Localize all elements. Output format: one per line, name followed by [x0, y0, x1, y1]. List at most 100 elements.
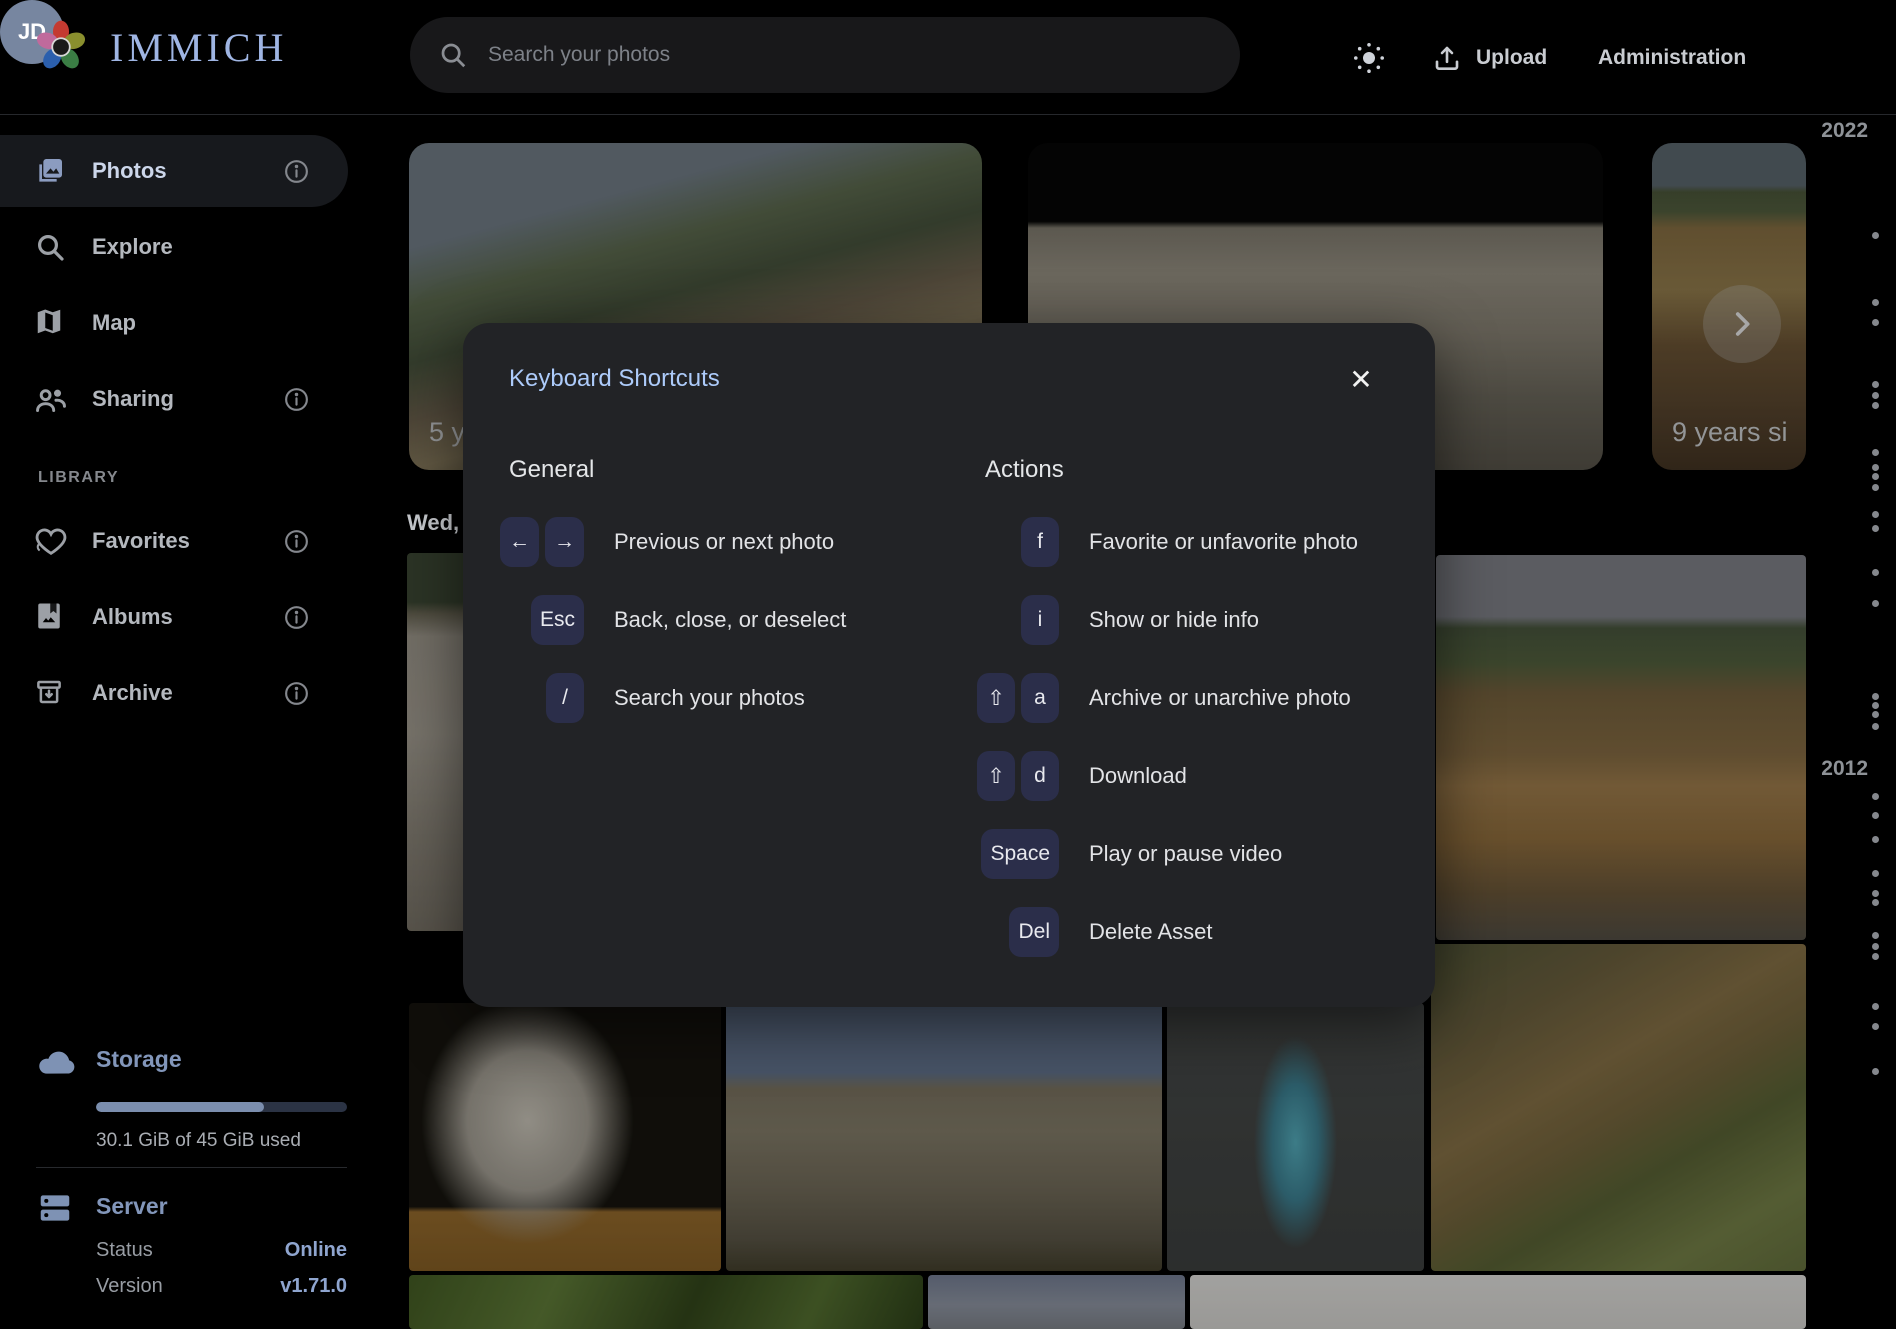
shortcut-keys: ⇧d — [971, 751, 1059, 801]
shortcut-rows: ←→ Previous or next photo Esc Back, close, … — [496, 503, 846, 737]
cloud-icon — [36, 1042, 76, 1082]
scrubber-dot — [1872, 932, 1879, 939]
shortcut-description: Play or pause video — [1089, 841, 1282, 867]
shortcut-row: ←→ Previous or next photo — [496, 503, 846, 581]
search-input[interactable] — [488, 43, 1212, 67]
shortcut-description: Show or hide info — [1089, 607, 1259, 633]
scrubber-dot — [1872, 1023, 1879, 1030]
keycap: / — [546, 673, 584, 723]
status-value: Online — [285, 1239, 347, 1262]
memory-label: 5 y — [429, 417, 465, 448]
scrubber-dot — [1872, 449, 1879, 456]
photo-fortress-ruins[interactable] — [726, 1003, 1162, 1271]
server-title: Server — [96, 1193, 168, 1220]
shortcut-row: Esc Back, close, or deselect — [496, 581, 846, 659]
sidebar-item-albums[interactable]: Albums — [0, 581, 348, 653]
shortcut-description: Archive or unarchive photo — [1089, 685, 1351, 711]
photos-icon — [34, 155, 66, 187]
info-icon[interactable] — [283, 604, 310, 631]
scrubber-year-top: 2022 — [1821, 119, 1868, 143]
timeline-date-header: Wed, — [407, 510, 459, 536]
scrubber-dot — [1872, 723, 1879, 730]
memory-next-button[interactable] — [1703, 285, 1781, 363]
close-icon[interactable]: ✕ — [1341, 359, 1381, 399]
photo-marble-bust[interactable] — [409, 1003, 721, 1271]
archive-icon — [34, 677, 66, 709]
keycap: d — [1021, 751, 1059, 801]
scrubber-dot — [1872, 484, 1879, 491]
sun-icon — [1351, 40, 1387, 76]
search-bar[interactable] — [410, 17, 1240, 93]
keycap: f — [1021, 517, 1059, 567]
keyboard-shortcuts-modal: Keyboard Shortcuts ✕ General←→Previous o… — [463, 323, 1435, 1007]
sidebar-divider — [36, 1167, 347, 1168]
photo-eroded-cliff-beach[interactable] — [1436, 555, 1806, 940]
photo-concrete-strip[interactable] — [1190, 1275, 1806, 1329]
scrubber-dot — [1872, 525, 1879, 532]
info-icon[interactable] — [283, 680, 310, 707]
sidebar-item-sharing[interactable]: Sharing — [0, 363, 348, 435]
photo-bluegray-strip[interactable] — [928, 1275, 1185, 1329]
timeline-scrubber[interactable]: 2022 2012 — [1836, 115, 1896, 1329]
keycap: ⇧ — [977, 751, 1015, 801]
keycap: Del — [1009, 907, 1059, 957]
sidebar-item-photos[interactable]: Photos — [0, 135, 348, 207]
scrubber-dot — [1872, 953, 1879, 960]
upload-button[interactable]: Upload — [1432, 0, 1547, 115]
info-icon[interactable] — [283, 528, 310, 555]
sidebar-item-label: Photos — [92, 158, 167, 184]
scrubber-dot — [1872, 812, 1879, 819]
shortcut-keys: Esc — [496, 595, 584, 645]
scrubber-dot — [1872, 793, 1879, 800]
sharing-icon — [34, 383, 66, 415]
map-icon — [34, 307, 66, 339]
scrubber-dot — [1872, 890, 1879, 897]
keycap: a — [1021, 673, 1059, 723]
sidebar-item-archive[interactable]: Archive — [0, 657, 348, 729]
photo-lizard[interactable] — [1431, 944, 1806, 1271]
shortcut-description: Favorite or unfavorite photo — [1089, 529, 1358, 555]
sidebar-item-label: Albums — [92, 604, 173, 630]
sidebar-item-map[interactable]: Map — [0, 287, 348, 359]
scrubber-dot — [1872, 1068, 1879, 1075]
scrubber-dot — [1872, 600, 1879, 607]
scrubber-dot — [1872, 464, 1879, 471]
shortcut-keys: i — [971, 595, 1059, 645]
shortcut-row: /Search your photos — [496, 659, 846, 737]
photo-teacup-tower[interactable] — [1167, 1003, 1424, 1271]
keycap: i — [1021, 595, 1059, 645]
albums-icon — [34, 601, 66, 633]
keycap: → — [545, 517, 584, 567]
immich-logo[interactable]: IMMICH — [30, 16, 287, 78]
sidebar-item-favorites[interactable]: Favorites — [0, 505, 348, 577]
administration-link[interactable]: Administration — [1598, 0, 1746, 115]
theme-toggle-button[interactable] — [1346, 0, 1392, 115]
scrubber-dot — [1872, 511, 1879, 518]
heart-icon — [34, 525, 66, 557]
info-icon[interactable] — [283, 158, 310, 185]
scrubber-dot — [1872, 836, 1879, 843]
scrubber-dot — [1872, 392, 1879, 399]
shortcut-description: Back, close, or deselect — [614, 607, 846, 633]
administration-label: Administration — [1598, 46, 1746, 70]
info-icon[interactable] — [283, 386, 310, 413]
sidebar-item-explore[interactable]: Explore — [0, 211, 348, 283]
search-icon — [438, 40, 468, 70]
scrubber-dot — [1872, 299, 1879, 306]
chevron-right-icon — [1725, 307, 1759, 341]
storage-progress-bar — [96, 1102, 347, 1112]
keycap: ← — [500, 517, 539, 567]
brand-wordmark: IMMICH — [110, 24, 287, 71]
keycap: Esc — [531, 595, 584, 645]
modal-title: Keyboard Shortcuts — [509, 365, 720, 393]
shortcut-row: SpacePlay or pause video — [971, 815, 1358, 893]
photo-grass-strip[interactable] — [409, 1275, 923, 1329]
memory-canyon[interactable]: 9 years si — [1652, 143, 1806, 470]
scrubber-dot — [1872, 319, 1879, 326]
storage-progress-fill — [96, 1102, 264, 1112]
shortcut-description: Previous or next photo — [614, 529, 834, 555]
upload-icon — [1432, 43, 1462, 73]
scrubber-dot — [1872, 702, 1879, 709]
sidebar: PhotosExploreMapSharing LIBRARY Favorite… — [0, 115, 348, 1329]
scrubber-dot — [1872, 381, 1879, 388]
